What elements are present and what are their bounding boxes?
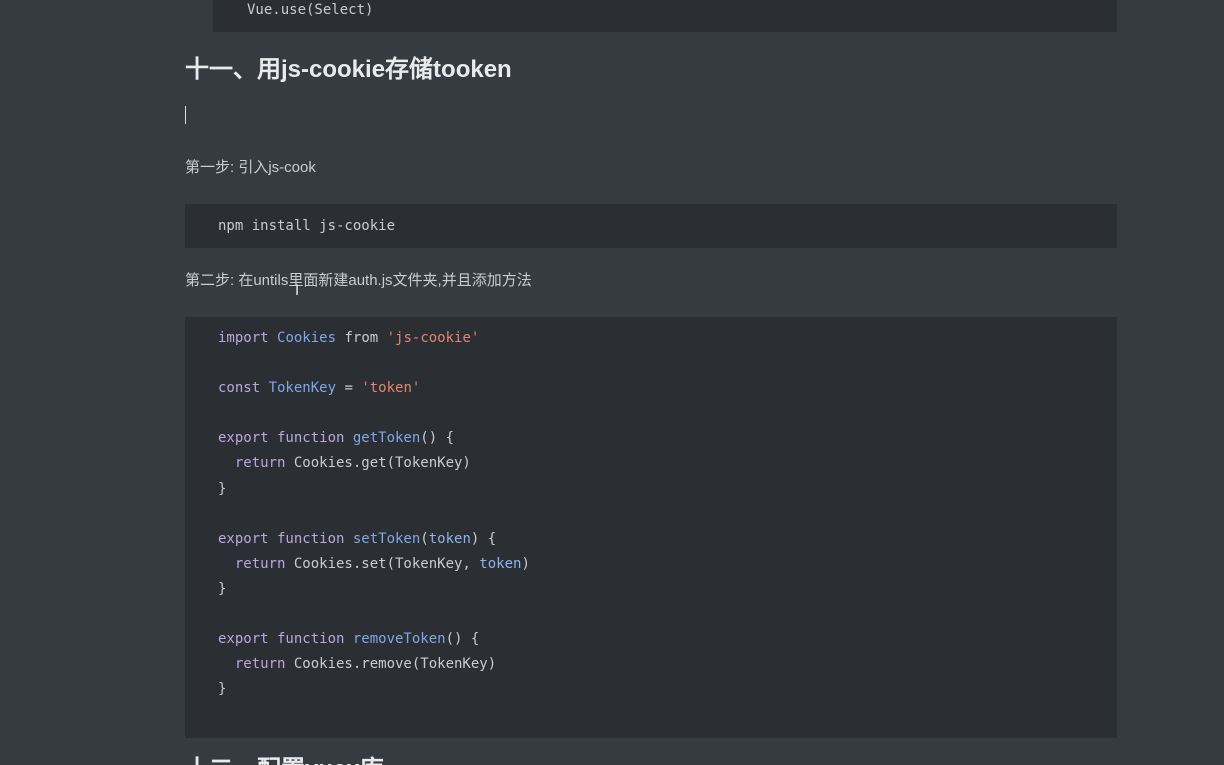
code-token: import bbox=[218, 330, 278, 346]
code-token: export function bbox=[218, 631, 353, 648]
code-token: TokenKey bbox=[268, 380, 337, 397]
code-token: token bbox=[428, 530, 471, 547]
code-line: export function removeToken() { bbox=[218, 629, 530, 654]
code-token: () { bbox=[420, 430, 455, 447]
code-block-npm-install[interactable]: npm install js-cookie bbox=[185, 204, 1117, 248]
code-token: const bbox=[218, 380, 269, 397]
code-token: return bbox=[218, 555, 294, 572]
code-line: export function setToken(token) { bbox=[218, 529, 530, 554]
code-token: token bbox=[479, 555, 522, 572]
code-token: Cookies.remove(TokenKey) bbox=[293, 656, 497, 673]
code-token: 'token' bbox=[361, 380, 421, 397]
code-line: npm install js-cookie bbox=[218, 218, 396, 234]
document-page: Vue.use(Select) 十一、用js-cookie存储tooken 第一… bbox=[0, 0, 1224, 765]
code-line: const TokenKey = 'token' bbox=[218, 378, 530, 403]
code-token: 'js-cookie' bbox=[386, 330, 480, 346]
code-token: } bbox=[218, 480, 227, 497]
code-token: export function bbox=[218, 430, 353, 447]
code-line: export function getToken() { bbox=[218, 428, 530, 453]
code-block-vue-use[interactable]: Vue.use(Select) bbox=[213, 0, 1117, 32]
code-token: from bbox=[336, 330, 387, 346]
code-token: export function bbox=[218, 530, 353, 547]
code-token: ) { bbox=[470, 530, 497, 547]
code-token: ( bbox=[420, 530, 429, 547]
code-token: Cookies.set(TokenKey, bbox=[293, 555, 480, 572]
code-line: return Cookies.set(TokenKey, token) bbox=[218, 554, 530, 579]
code-token: () { bbox=[445, 631, 480, 648]
next-section-heading: 十二、配置vuex库 bbox=[185, 752, 384, 765]
code-line: } bbox=[218, 579, 530, 604]
text-caret bbox=[185, 106, 186, 124]
code-token: return bbox=[218, 455, 294, 472]
code-token: = bbox=[336, 380, 362, 397]
code-block-auth-js[interactable]: import Cookies from 'js-cookie' const Tok… bbox=[185, 317, 1117, 738]
code-token: removeToken bbox=[352, 631, 446, 648]
step1-text[interactable]: 第一步: 引入js-cook bbox=[185, 157, 316, 179]
code-line: Vue.use(Select) bbox=[247, 2, 374, 18]
step2-text[interactable]: 第二步: 在untils里面新建auth.js文件夹,并且添加方法 bbox=[185, 270, 532, 292]
code-token: ) bbox=[521, 555, 530, 572]
code-token: Cookies.get(TokenKey) bbox=[293, 455, 471, 472]
code-line: } bbox=[218, 479, 530, 504]
ibeam-cursor-icon: I bbox=[295, 283, 300, 299]
code-token: return bbox=[218, 656, 294, 673]
code-line: return Cookies.get(TokenKey) bbox=[218, 453, 530, 478]
code-line: } bbox=[218, 679, 530, 704]
code-token: Cookies bbox=[277, 330, 337, 346]
code-token: setToken bbox=[352, 530, 421, 547]
code-token: } bbox=[218, 681, 227, 698]
code-lines: import Cookies from 'js-cookie' const Tok… bbox=[218, 328, 530, 704]
code-line: import Cookies from 'js-cookie' bbox=[218, 328, 530, 353]
code-line: return Cookies.remove(TokenKey) bbox=[218, 654, 530, 679]
code-token: } bbox=[218, 580, 227, 597]
section-heading: 十一、用js-cookie存储tooken bbox=[185, 56, 512, 83]
code-token: getToken bbox=[352, 430, 421, 447]
